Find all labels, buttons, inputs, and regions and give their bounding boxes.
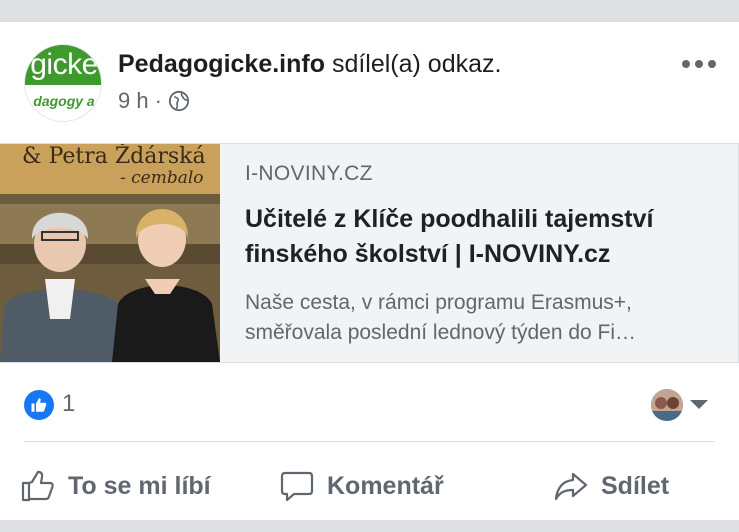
share-button-label: Sdílet (601, 471, 670, 500)
thumbs-up-icon (31, 398, 47, 412)
globe-icon (168, 90, 190, 112)
like-reaction-icon[interactable] (24, 390, 54, 420)
comment-bubble-icon (280, 471, 314, 502)
post-header: Pedagogicke.info sdílel(a) odkaz. (118, 50, 501, 79)
link-title[interactable]: Učitelé z Klíče poodhalili tajemství fin… (245, 202, 715, 272)
like-button-label: To se mi líbí (68, 471, 211, 500)
link-description: Naše cesta, v rámci programu Erasmus+, s… (245, 291, 637, 344)
more-dot (708, 60, 716, 68)
more-dot (695, 60, 703, 68)
thumbnail-caption-line1: & Petra Ždárská (22, 144, 206, 169)
avatar-logo-subtext: dagogy a (33, 93, 95, 109)
link-thumbnail[interactable]: & Petra Ždárská - cembalo (0, 144, 220, 362)
post-action-text: sdílel(a) odkaz. (331, 50, 502, 78)
comment-button[interactable]: Komentář (279, 458, 444, 514)
page-avatar[interactable]: gicke dagogy a (24, 44, 102, 122)
feed-divider-bottom (0, 520, 739, 532)
meta-separator: · (154, 88, 162, 113)
more-dot (682, 60, 690, 68)
link-preview-card[interactable]: & Petra Ždárská - cembalo I-NOVINY.CZ Uč… (0, 143, 739, 363)
post-meta: 9 h · (118, 88, 190, 114)
like-button[interactable]: To se mi líbí (20, 458, 211, 514)
author-name[interactable]: Pedagogicke.info (118, 50, 325, 78)
link-text-block[interactable]: I-NOVINY.CZ Učitelé z Klíče poodhalili t… (245, 162, 715, 348)
share-button[interactable]: Sdílet (553, 458, 669, 514)
audience-dropdown-icon[interactable] (690, 400, 708, 409)
avatar-logo-text: gicke (25, 45, 101, 85)
viewer-avatar[interactable] (651, 389, 683, 421)
link-domain: I-NOVINY.CZ (245, 162, 373, 185)
feed-divider-top (0, 0, 739, 22)
thumbnail-caption-line2: - cembalo (120, 168, 204, 188)
comment-button-label: Komentář (327, 471, 444, 500)
thumbs-up-outline-icon (21, 470, 54, 502)
viewer-avatar-image (651, 389, 683, 421)
more-options-icon[interactable] (682, 60, 716, 68)
reaction-count[interactable]: 1 (62, 390, 75, 418)
share-arrow-icon (554, 472, 588, 501)
post-timestamp[interactable]: 9 h (118, 88, 149, 114)
actions-separator (24, 441, 715, 442)
post-action-bar: To se mi líbí Komentář Sdílet (0, 458, 739, 514)
